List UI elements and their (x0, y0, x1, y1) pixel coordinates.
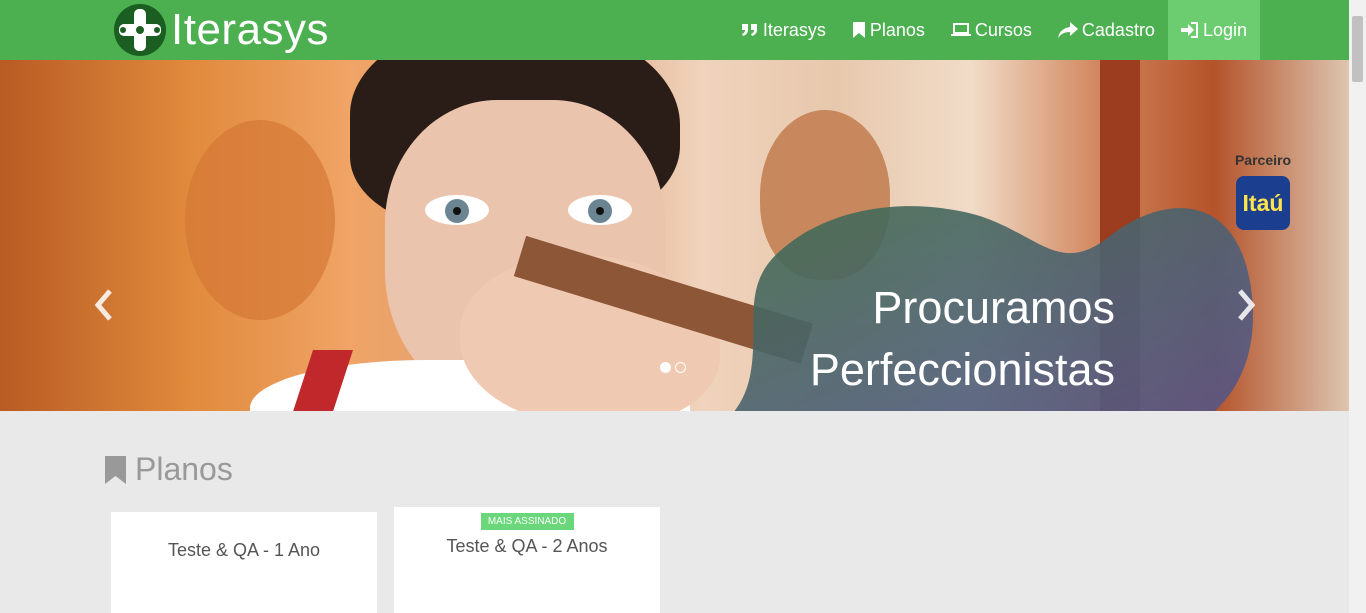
carousel-next-button[interactable] (1230, 285, 1260, 325)
hero-carousel: Procuramos Perfeccionistas Parceiro Itaú (0, 60, 1349, 411)
slide-title: Procuramos Perfeccionistas (810, 277, 1115, 401)
carousel-indicator[interactable] (675, 362, 686, 373)
carousel-prev-button[interactable] (90, 285, 120, 325)
nav-label: Login (1202, 19, 1247, 40)
bookmark-icon (105, 455, 126, 484)
quote-icon (741, 24, 757, 36)
section-title: Planos (135, 451, 233, 487)
main-nav: Iterasys Planos Cursos Cadastro Login (728, 0, 1260, 60)
top-navbar: Iterasys Iterasys Planos Cursos Cadastro… (0, 0, 1349, 60)
plan-title: Teste & QA - 1 Ano (167, 540, 321, 560)
background-guitar (185, 120, 335, 320)
slide-title-line: Procuramos (872, 282, 1115, 333)
nav-label: Planos (869, 19, 925, 40)
nav-label: Iterasys (762, 19, 826, 40)
photo-eye (568, 195, 632, 225)
itau-logo[interactable]: Itaú (1236, 176, 1290, 230)
nav-label: Cadastro (1081, 19, 1155, 40)
plan-card[interactable]: Teste & QA - 1 Ano (111, 512, 377, 613)
share-arrow-icon (1057, 22, 1078, 38)
login-icon (1180, 22, 1198, 38)
cross-dots-icon (114, 4, 166, 56)
partner-label: Parceiro (1234, 152, 1292, 168)
page-scrollbar[interactable] (1349, 0, 1366, 613)
laptop-icon (950, 23, 971, 36)
bookmark-icon (852, 22, 865, 38)
plan-card[interactable]: MAIS ASSINADO Teste & QA - 2 Anos (394, 507, 660, 613)
nav-item-iterasys[interactable]: Iterasys (728, 0, 839, 60)
nav-item-login[interactable]: Login (1167, 0, 1260, 60)
section-heading: Planos (104, 451, 233, 488)
chevron-right-icon (1238, 289, 1256, 321)
carousel-indicator[interactable] (660, 362, 671, 373)
plan-badge: MAIS ASSINADO (480, 513, 574, 530)
nav-item-cadastro[interactable]: Cadastro (1045, 0, 1168, 60)
slide-title-line: Perfeccionistas (809, 344, 1115, 395)
plan-title: Teste & QA - 2 Anos (446, 536, 608, 556)
nav-label: Cursos (974, 19, 1032, 40)
photo-eye (425, 195, 489, 225)
chevron-left-icon (94, 289, 112, 321)
scrollbar-thumb[interactable] (1352, 16, 1363, 82)
partner-box: Parceiro Itaú (1226, 152, 1300, 230)
brand-name: Iterasys (171, 5, 330, 54)
carousel-indicators (660, 362, 686, 373)
brand-link[interactable]: Iterasys (113, 3, 329, 57)
nav-item-planos[interactable]: Planos (839, 0, 938, 60)
nav-item-cursos[interactable]: Cursos (938, 0, 1045, 60)
